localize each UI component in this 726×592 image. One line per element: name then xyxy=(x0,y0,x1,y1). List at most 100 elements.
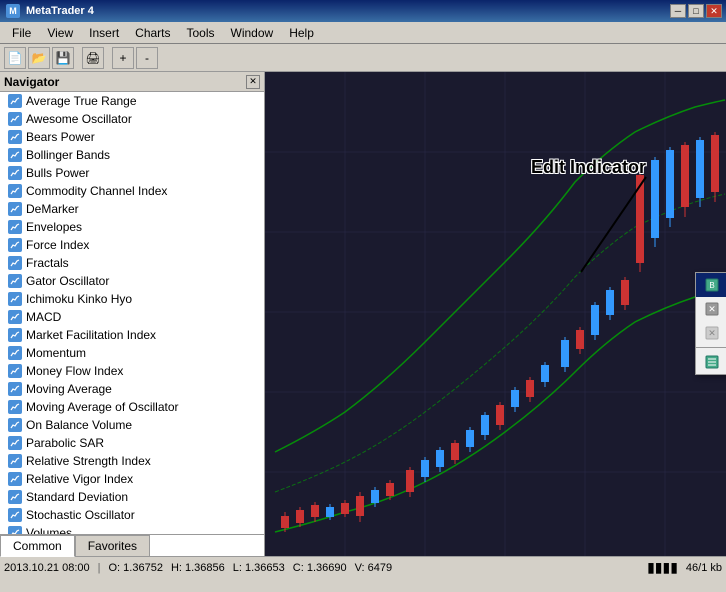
nav-item-label: Average True Range xyxy=(26,94,137,108)
nav-item[interactable]: Fractals xyxy=(0,254,264,272)
nav-item[interactable]: Bears Power xyxy=(0,128,264,146)
context-menu-indicators-list[interactable]: Indicators List Ctrl+I xyxy=(696,350,726,374)
toolbar-zoom-in[interactable]: + xyxy=(112,47,134,69)
nav-item-label: Moving Average of Oscillator xyxy=(26,400,179,414)
nav-item-icon xyxy=(8,184,22,198)
nav-item[interactable]: Relative Strength Index xyxy=(0,452,264,470)
context-menu-delete-indicator[interactable]: ✕ Delete Indicator xyxy=(696,297,726,321)
nav-item[interactable]: Relative Vigor Index xyxy=(0,470,264,488)
nav-item-label: Force Index xyxy=(26,238,89,252)
menu-window[interactable]: Window xyxy=(223,24,282,42)
status-low: L: 1.36653 xyxy=(233,562,285,574)
context-menu-bands-properties[interactable]: B Bands(20) properties... xyxy=(696,273,726,297)
tab-common[interactable]: Common xyxy=(0,535,75,557)
nav-item[interactable]: Standard Deviation xyxy=(0,488,264,506)
nav-item-icon xyxy=(8,166,22,180)
toolbar-save[interactable]: 💾 xyxy=(52,47,74,69)
nav-item[interactable]: Ichimoku Kinko Hyo xyxy=(0,290,264,308)
context-menu-delete-window: ✕ Delete Indicator Window xyxy=(696,321,726,345)
nav-item-icon xyxy=(8,346,22,360)
tab-favorites[interactable]: Favorites xyxy=(75,535,150,557)
nav-item-icon xyxy=(8,472,22,486)
status-bars-icon: ▮▮▮▮ xyxy=(647,559,678,576)
title-bar-controls: ─ □ ✕ xyxy=(670,4,722,18)
toolbar-print[interactable]: 🖨 xyxy=(82,47,104,69)
nav-item-label: Relative Strength Index xyxy=(26,454,151,468)
nav-item[interactable]: Bollinger Bands xyxy=(0,146,264,164)
status-open: O: 1.36752 xyxy=(109,562,163,574)
nav-item-icon xyxy=(8,256,22,270)
toolbar-zoom-out[interactable]: - xyxy=(136,47,158,69)
nav-item[interactable]: Moving Average of Oscillator xyxy=(0,398,264,416)
edit-indicator-arrow xyxy=(566,172,666,282)
maximize-button[interactable]: □ xyxy=(688,4,704,18)
navigator-panel: Navigator ✕ Average True Range Awesome Os… xyxy=(0,72,265,556)
nav-item-icon xyxy=(8,238,22,252)
nav-item[interactable]: Volumes xyxy=(0,524,264,534)
nav-item-icon xyxy=(8,148,22,162)
nav-item-label: On Balance Volume xyxy=(26,418,132,432)
nav-item-label: Bears Power xyxy=(26,130,95,144)
nav-item[interactable]: DeMarker xyxy=(0,200,264,218)
nav-item-label: Money Flow Index xyxy=(26,364,123,378)
nav-item-icon xyxy=(8,94,22,108)
nav-item[interactable]: Gator Oscillator xyxy=(0,272,264,290)
context-menu[interactable]: B Bands(20) properties... ✕ Delete Indic… xyxy=(695,272,726,375)
nav-item-label: DeMarker xyxy=(26,202,79,216)
chart-area[interactable]: Edit Indicator B Bands(20) properties... xyxy=(265,72,726,556)
svg-text:✕: ✕ xyxy=(708,328,716,338)
nav-item-label: Standard Deviation xyxy=(26,490,128,504)
menu-file[interactable]: File xyxy=(4,24,39,42)
nav-item-label: Momentum xyxy=(26,346,86,360)
status-date: 2013.10.21 08:00 xyxy=(4,562,90,574)
menu-insert[interactable]: Insert xyxy=(81,24,127,42)
nav-item-icon xyxy=(8,418,22,432)
nav-item-icon xyxy=(8,202,22,216)
nav-item[interactable]: Force Index xyxy=(0,236,264,254)
nav-item[interactable]: Moving Average xyxy=(0,380,264,398)
nav-item[interactable]: On Balance Volume xyxy=(0,416,264,434)
nav-item[interactable]: Envelopes xyxy=(0,218,264,236)
status-right: ▮▮▮▮ 46/1 kb xyxy=(647,559,722,576)
title-bar-title: MetaTrader 4 xyxy=(26,5,94,17)
navigator-tabs: Common Favorites xyxy=(0,534,264,556)
menu-help[interactable]: Help xyxy=(281,24,322,42)
nav-item[interactable]: Market Facilitation Index xyxy=(0,326,264,344)
nav-item-label: Market Facilitation Index xyxy=(26,328,156,342)
nav-item[interactable]: Commodity Channel Index xyxy=(0,182,264,200)
toolbar-open[interactable]: 📂 xyxy=(28,47,50,69)
nav-item[interactable]: MACD xyxy=(0,308,264,326)
minimize-button[interactable]: ─ xyxy=(670,4,686,18)
nav-item-label: Volumes xyxy=(26,526,72,534)
nav-item[interactable]: Bulls Power xyxy=(0,164,264,182)
nav-item-icon xyxy=(8,526,22,534)
nav-item[interactable]: Awesome Oscillator xyxy=(0,110,264,128)
nav-item-icon xyxy=(8,310,22,324)
close-button[interactable]: ✕ xyxy=(706,4,722,18)
nav-item-label: Moving Average xyxy=(26,382,112,396)
nav-item[interactable]: Parabolic SAR xyxy=(0,434,264,452)
nav-item-label: Parabolic SAR xyxy=(26,436,104,450)
nav-item[interactable]: Money Flow Index xyxy=(0,362,264,380)
nav-item-icon xyxy=(8,382,22,396)
nav-item-icon xyxy=(8,508,22,522)
menu-charts[interactable]: Charts xyxy=(127,24,178,42)
toolbar-new[interactable]: 📄 xyxy=(4,47,26,69)
delete-indicator-icon: ✕ xyxy=(704,301,720,317)
navigator-header: Navigator ✕ xyxy=(0,72,264,92)
menu-tools[interactable]: Tools xyxy=(179,24,223,42)
nav-item[interactable]: Momentum xyxy=(0,344,264,362)
nav-item[interactable]: Average True Range xyxy=(0,92,264,110)
app-icon: M xyxy=(4,2,22,20)
title-bar-left: M MetaTrader 4 xyxy=(4,2,94,20)
navigator-list[interactable]: Average True Range Awesome Oscillator Bear… xyxy=(0,92,264,534)
nav-item[interactable]: Stochastic Oscillator xyxy=(0,506,264,524)
menu-view[interactable]: View xyxy=(39,24,81,42)
nav-item-label: Bollinger Bands xyxy=(26,148,110,162)
title-bar: M MetaTrader 4 ─ □ ✕ xyxy=(0,0,726,22)
svg-text:M: M xyxy=(9,6,17,16)
navigator-close-button[interactable]: ✕ xyxy=(246,75,260,89)
nav-item-label: Commodity Channel Index xyxy=(26,184,167,198)
nav-item-label: Awesome Oscillator xyxy=(26,112,132,126)
navigator-title: Navigator xyxy=(4,75,59,89)
